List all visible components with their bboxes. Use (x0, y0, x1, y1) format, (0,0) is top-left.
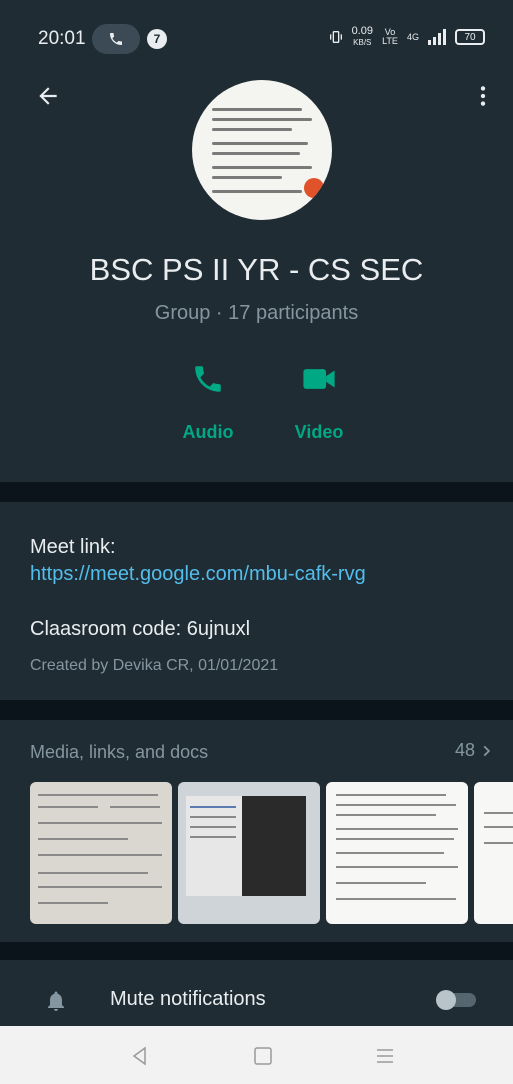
nav-home-button[interactable] (251, 1044, 275, 1068)
media-section: Media, links, and docs 48 (0, 720, 513, 942)
video-call-button[interactable]: Video (264, 362, 374, 443)
media-thumbnail[interactable] (326, 782, 468, 924)
network-speed-value: 0.09 (351, 25, 373, 37)
audio-call-label: Audio (182, 422, 234, 442)
battery-indicator: 70 (455, 29, 485, 45)
media-thumbnails (30, 782, 513, 924)
phone-icon (195, 366, 221, 392)
nav-back-button[interactable] (128, 1044, 152, 1068)
chevron-right-icon (483, 745, 491, 756)
section-divider (0, 700, 513, 720)
ongoing-call-pill[interactable] (92, 24, 140, 54)
media-thumbnail[interactable] (474, 782, 513, 924)
status-indicators: 0.09 KB/S Vo LTE 4G 70 (328, 26, 485, 48)
network-speed: 0.09 KB/S (352, 26, 373, 48)
group-participants: Group · 17 participants (154, 302, 359, 324)
group-title: BSC PS II YR - CS SEC (89, 252, 424, 287)
audio-call-button[interactable]: Audio (153, 362, 263, 443)
notification-badge: 7 (147, 29, 167, 49)
network-speed-unit: KB/S (353, 38, 372, 47)
classroom-code: Claasroom code: 6ujnuxl (30, 618, 251, 640)
mute-notifications-toggle[interactable] (436, 990, 480, 1010)
nav-recents-button[interactable] (373, 1044, 397, 1068)
group-header: BSC PS II YR - CS SEC Group · 17 partici… (0, 72, 513, 482)
media-thumbnail[interactable] (178, 782, 320, 924)
signal-icon (428, 29, 446, 45)
video-call-label: Video (294, 422, 344, 442)
system-navigation-bar (0, 1026, 513, 1084)
media-thumbnail[interactable] (30, 782, 172, 924)
mute-notifications-label: Mute notifications (110, 988, 266, 1010)
status-bar: 20:01 7 0.09 KB/S Vo LTE 4G 70 (0, 0, 513, 72)
more-options-button[interactable] (465, 78, 501, 114)
more-vertical-icon (480, 86, 486, 106)
section-divider (0, 482, 513, 502)
meet-link-label: Meet link: (30, 536, 116, 558)
meet-link[interactable]: https://meet.google.com/mbu-cafk-rvg (30, 563, 366, 586)
section-divider (0, 942, 513, 960)
menu-lines-icon (377, 1049, 393, 1063)
video-camera-icon (303, 369, 335, 389)
toggle-knob (436, 990, 456, 1010)
media-section-title: Media, links, and docs (30, 742, 209, 762)
media-count-button[interactable]: 48 (455, 740, 493, 761)
mute-notifications-row[interactable]: Mute notifications (0, 960, 513, 1026)
triangle-back-icon (132, 1046, 146, 1066)
group-description[interactable]: Meet link: https://meet.google.com/mbu-c… (0, 502, 513, 700)
volte-indicator: Vo LTE (382, 27, 398, 46)
group-avatar[interactable] (192, 80, 332, 220)
network-type: 4G (406, 32, 419, 42)
vibrate-icon (329, 31, 342, 43)
bell-icon (48, 991, 64, 1011)
created-by: Created by Devika CR, 01/01/2021 (30, 657, 279, 674)
status-time: 20:01 (38, 28, 86, 49)
back-button[interactable] (30, 78, 66, 114)
media-count: 48 (454, 740, 475, 760)
square-home-icon (254, 1047, 272, 1065)
arrow-left-icon (39, 87, 57, 105)
phone-icon (110, 33, 122, 45)
